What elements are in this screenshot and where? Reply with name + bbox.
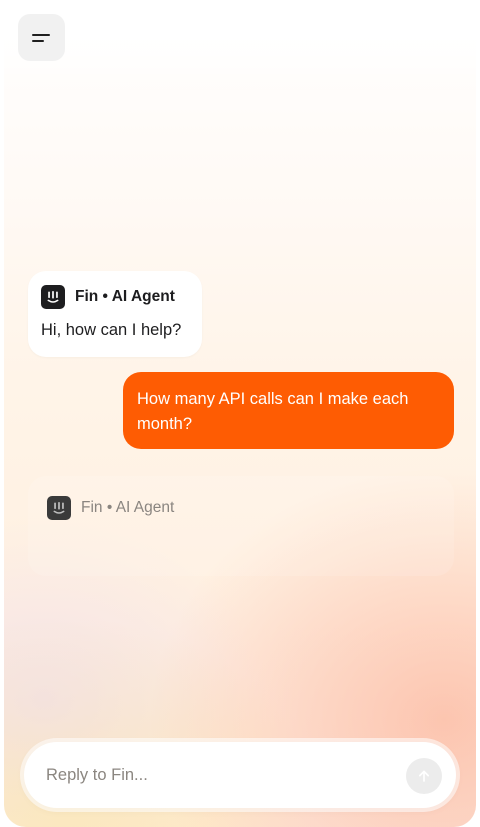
user-message: How many API calls can I make each month…	[123, 372, 454, 449]
header-fade	[4, 0, 476, 80]
arrow-up-icon	[418, 770, 430, 782]
agent-name: Fin • AI Agent	[75, 288, 175, 305]
send-button[interactable]	[406, 758, 442, 794]
fin-logo-icon	[41, 285, 65, 309]
agent-name: Fin • AI Agent	[81, 499, 175, 516]
agent-typing-card: Fin • AI Agent	[28, 476, 454, 576]
chat-window: Fin • AI Agent Hi, how can I help? How m…	[4, 0, 476, 827]
agent-message: Fin • AI Agent Hi, how can I help?	[28, 271, 202, 357]
reply-composer	[24, 742, 456, 808]
agent-typing-header: Fin • AI Agent	[47, 496, 174, 520]
reply-input[interactable]	[46, 762, 376, 788]
fin-logo-icon	[47, 496, 71, 520]
menu-icon	[31, 31, 52, 45]
menu-button[interactable]	[18, 14, 65, 61]
agent-message-text: Hi, how can I help?	[41, 321, 182, 339]
agent-header: Fin • AI Agent	[41, 285, 175, 309]
